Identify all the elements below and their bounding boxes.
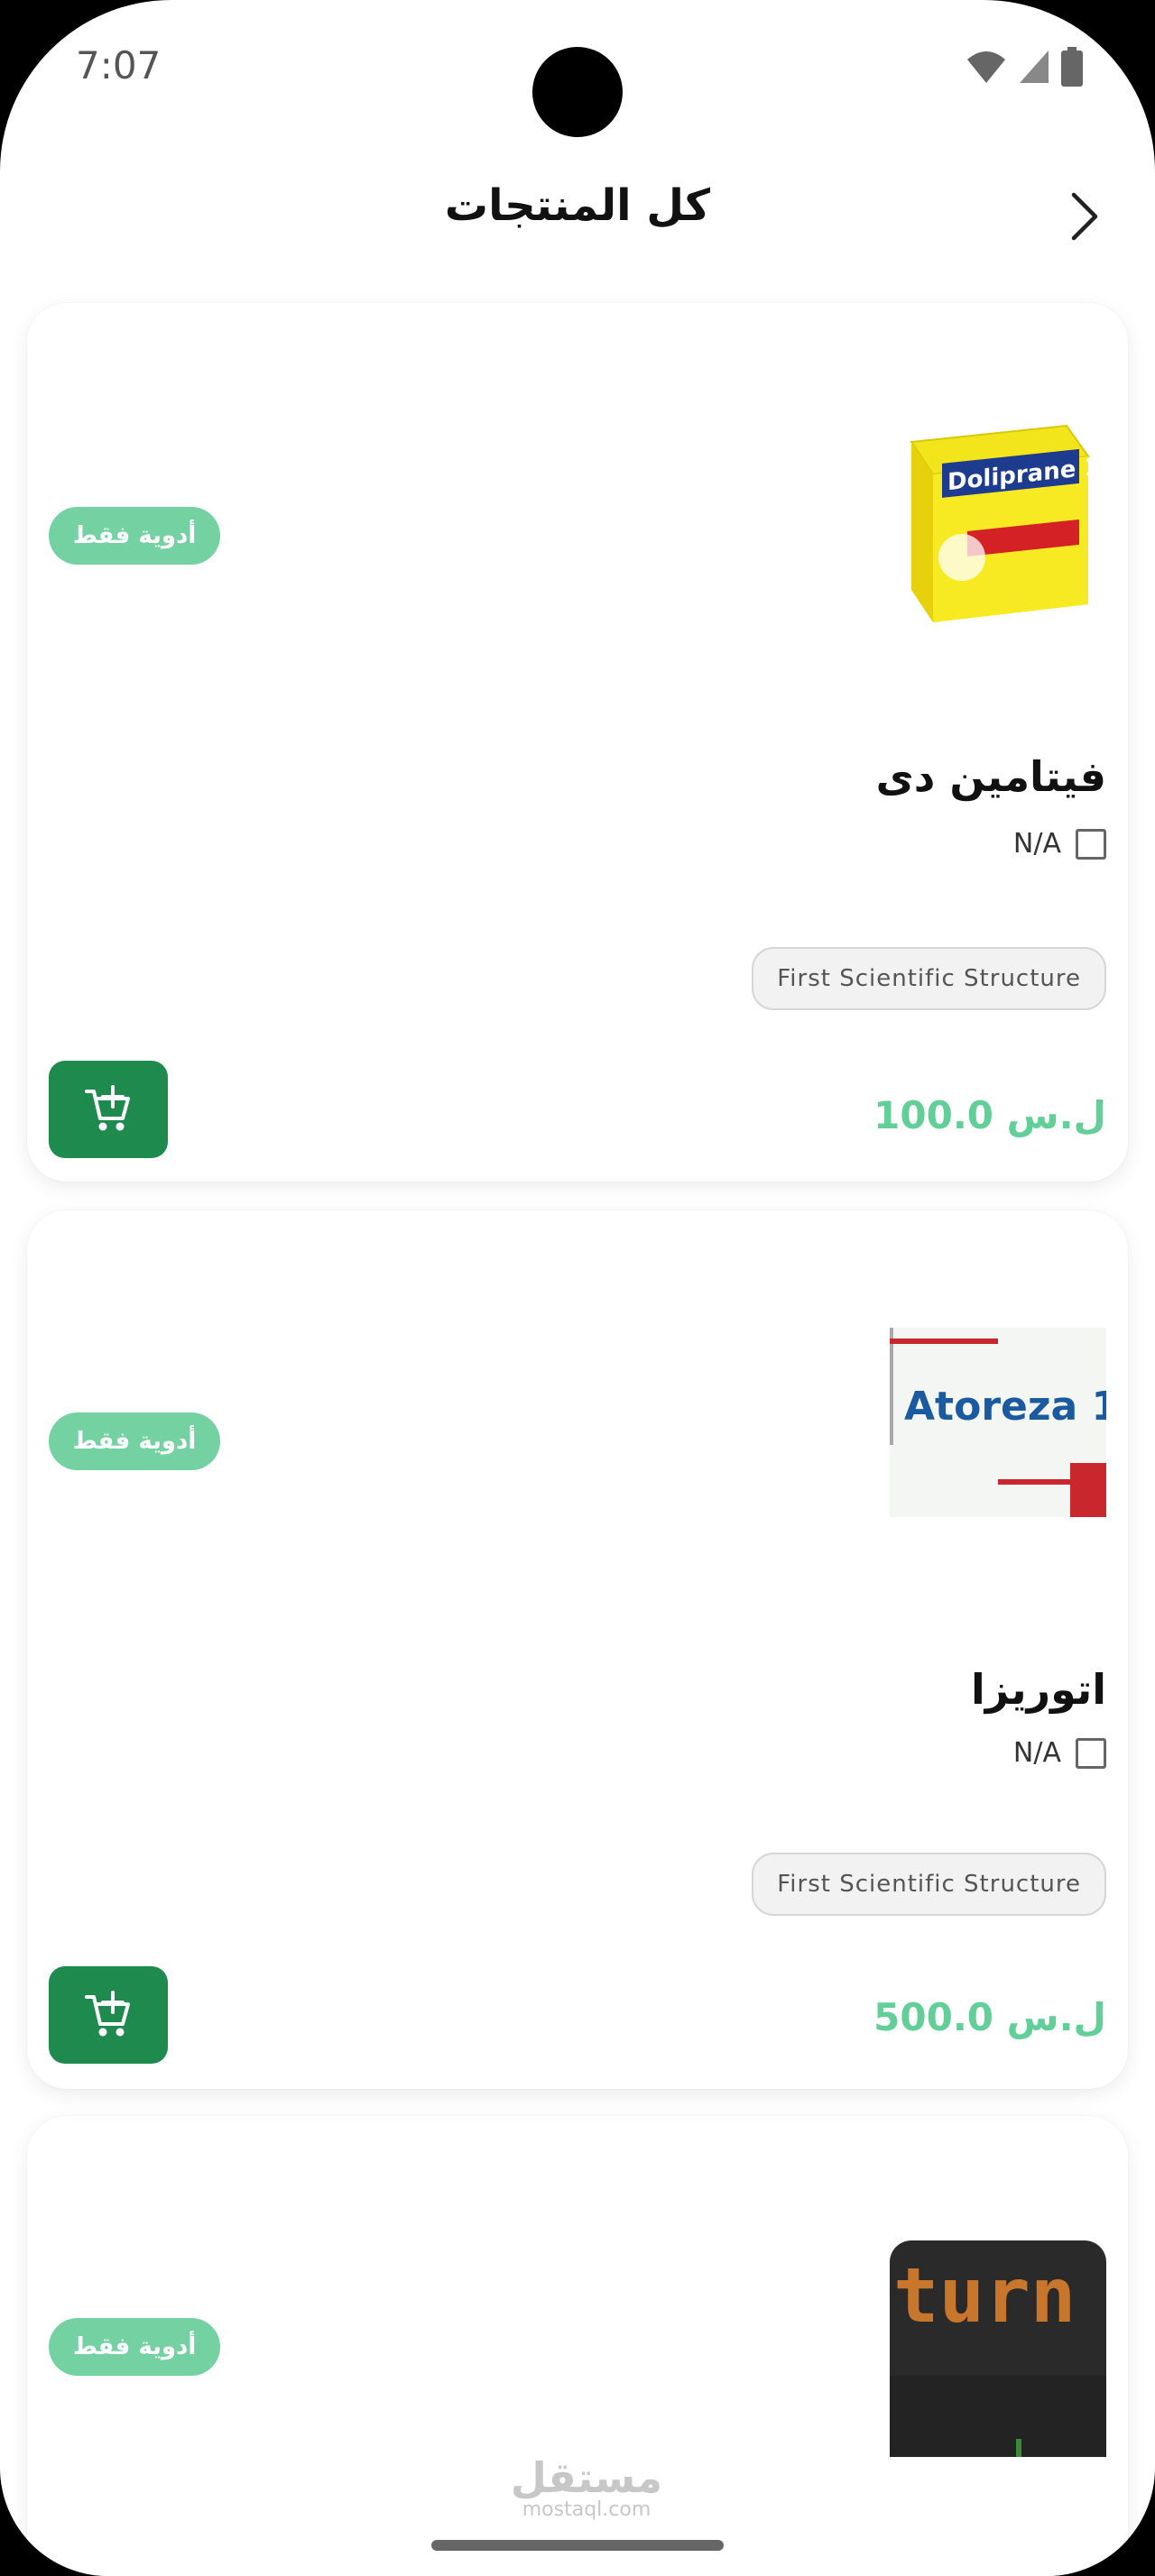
wifi-icon — [967, 51, 1005, 83]
product-image: Atoreza 10/10 mg — [890, 1328, 1106, 1517]
product-card[interactable]: أدوية فقط Doliprane 1000mg فيتامين دى N/… — [27, 303, 1128, 1182]
watermark-latin: mostaql.com — [522, 2498, 651, 2521]
product-price: 500.0 ل.س — [873, 1995, 1106, 2039]
home-indicator[interactable] — [431, 2540, 724, 2551]
product-image-label: turn — [893, 2251, 1076, 2340]
status-icons — [966, 47, 1083, 87]
add-to-cart-icon — [85, 1991, 130, 2037]
product-image-label: Atoreza 10/10 mg — [904, 1384, 1106, 1430]
product-price: 100.0 ل.س — [873, 1093, 1106, 1137]
company-chip[interactable]: First Scientific Structure — [752, 947, 1106, 1010]
company-chip[interactable]: First Scientific Structure — [752, 1853, 1106, 1916]
back-chevron-icon[interactable] — [1058, 189, 1112, 244]
watermark-arabic: مستقل — [510, 2453, 663, 2502]
availability-row: N/A — [1013, 828, 1106, 860]
add-to-cart-button[interactable] — [49, 1966, 168, 2064]
product-card[interactable]: أدوية فقط Atoreza 10/10 mg اتوريزا N/A F… — [27, 1210, 1128, 2089]
page-title: كل المنتجات — [444, 180, 711, 231]
product-name: اتوريزا — [970, 1665, 1106, 1714]
status-time: 7:07 — [76, 43, 162, 87]
watermark: مستقل mostaql.com — [505, 2457, 668, 2522]
add-to-cart-button[interactable] — [49, 1061, 168, 1158]
add-to-cart-icon — [85, 1085, 130, 1131]
category-badge: أدوية فقط — [49, 1412, 220, 1470]
product-image: turn — [890, 2240, 1106, 2457]
product-name: فيتامين دى — [875, 752, 1106, 801]
availability-checkbox[interactable] — [1076, 1737, 1106, 1769]
availability-row: N/A — [1013, 1737, 1106, 1769]
availability-text: N/A — [1012, 1737, 1061, 1769]
camera-cutout — [532, 47, 623, 137]
category-badge: أدوية فقط — [49, 507, 220, 565]
category-badge: أدوية فقط — [49, 2318, 220, 2376]
availability-text: N/A — [1012, 828, 1061, 860]
product-image: Doliprane 1000mg — [910, 424, 1106, 622]
battery-icon — [1061, 47, 1083, 87]
availability-checkbox[interactable] — [1076, 828, 1106, 860]
signal-icon — [1020, 51, 1049, 83]
app-screen: 7:07 كل المنتجات أدوية فقط Doliprane 100… — [0, 0, 1155, 2576]
